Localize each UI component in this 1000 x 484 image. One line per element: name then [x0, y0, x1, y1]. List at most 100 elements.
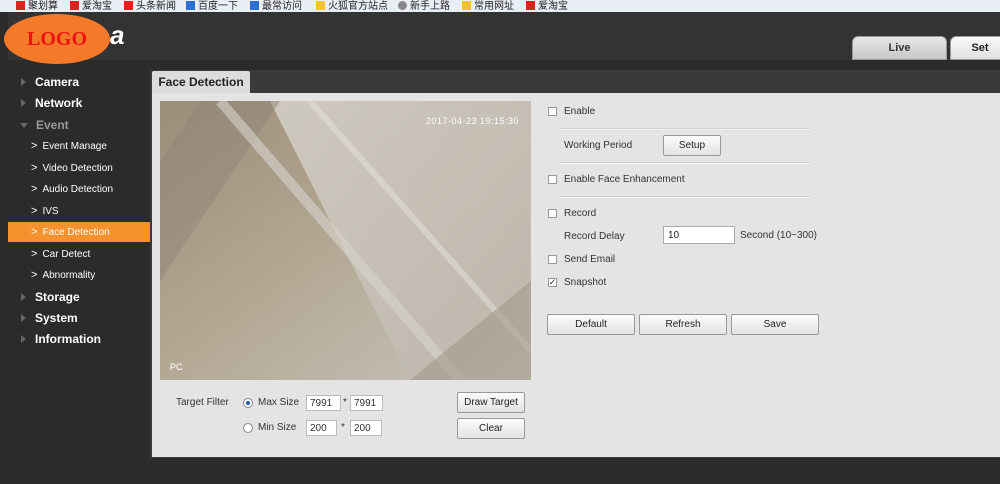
min-size-label: Min Size: [258, 422, 297, 433]
video-channel-label: PC: [170, 362, 183, 372]
checkmark-icon: ✓: [548, 277, 557, 287]
chevron-right-icon: >: [31, 183, 38, 195]
video-frame-image: [160, 101, 531, 380]
sidebar-item-face-detection[interactable]: > Face Detection: [8, 222, 150, 242]
bookmark-icon: [16, 1, 25, 10]
sidebar-item-label: Video Detection: [42, 162, 113, 174]
logo: LOGO: [4, 14, 110, 64]
bookmark-item[interactable]: 火狐官方站点: [316, 0, 388, 12]
sidebar-item-label: Event: [36, 118, 69, 132]
sidebar-item-label: IVS: [42, 205, 59, 217]
tab-setup[interactable]: Set: [950, 36, 1000, 60]
snapshot-label: Snapshot: [564, 277, 607, 288]
sidebar-item-information[interactable]: Information: [8, 329, 150, 349]
bookmark-label: 新手上路: [410, 1, 450, 12]
refresh-button[interactable]: Refresh: [639, 314, 727, 335]
bookmark-icon: [186, 1, 195, 10]
chevron-right-icon: >: [31, 205, 38, 217]
bookmark-label: 爱淘宝: [538, 1, 568, 12]
chevron-right-icon: >: [31, 226, 38, 238]
expand-arrow-icon: [21, 99, 26, 107]
bookmark-label: 常用网址: [474, 1, 514, 12]
bookmark-item[interactable]: 新手上路: [398, 0, 450, 12]
sidebar-item-abnormality[interactable]: > Abnormality: [8, 265, 150, 285]
sidebar-item-audio-detection[interactable]: > Audio Detection: [8, 179, 150, 199]
expand-arrow-icon: [21, 78, 26, 86]
sidebar-item-video-detection[interactable]: > Video Detection: [8, 158, 150, 178]
max-size-radio[interactable]: [243, 398, 253, 408]
bookmark-item[interactable]: 爱淘宝: [526, 0, 568, 12]
record-delay-unit: Second (10~300): [740, 230, 818, 241]
send-email-checkbox[interactable]: [548, 255, 557, 264]
bookmark-item[interactable]: 聚划算: [16, 0, 58, 12]
folder-icon: [462, 1, 471, 10]
bookmark-label: 爱淘宝: [82, 1, 112, 12]
collapse-arrow-icon: [20, 122, 28, 128]
record-label: Record: [564, 208, 597, 219]
sidebar-item-label: Event Manage: [42, 140, 107, 152]
expand-arrow-icon: [21, 293, 26, 301]
sidebar-item-label: Car Detect: [42, 248, 91, 260]
record-checkbox[interactable]: [548, 209, 557, 218]
globe-icon: [398, 1, 407, 10]
target-filter-label: Target Filter: [176, 397, 229, 408]
tab-live[interactable]: Live: [852, 36, 947, 60]
brand-name: a: [110, 20, 125, 50]
bookmark-label: 火狐官方站点: [328, 1, 388, 12]
bookmark-icon: [70, 1, 79, 10]
sidebar-item-label: Abnormality: [42, 269, 96, 281]
bookmark-item[interactable]: 爱淘宝: [70, 0, 112, 12]
face-enhancement-checkbox[interactable]: [548, 175, 557, 184]
video-timestamp: 2017-04-23 19:15:30: [425, 116, 519, 126]
sidebar-item-event-manage[interactable]: > Event Manage: [8, 136, 150, 156]
times-sign: *: [341, 422, 345, 433]
folder-icon: [316, 1, 325, 10]
sidebar-item-ivs[interactable]: > IVS: [8, 201, 150, 221]
bookmark-item[interactable]: 头条新闻: [124, 0, 176, 12]
bookmarks-bar: 聚划算 爱淘宝 头条新闻 百度一下 最常访问 火狐官方站点 新手上路 常用网址 …: [0, 0, 1000, 12]
sidebar-item-storage[interactable]: Storage: [8, 287, 150, 307]
bookmark-item[interactable]: 百度一下: [186, 0, 238, 12]
enable-checkbox[interactable]: [548, 107, 557, 116]
times-sign: *: [343, 397, 347, 408]
sidebar-item-car-detect[interactable]: > Car Detect: [8, 244, 150, 264]
min-size-radio[interactable]: [243, 423, 253, 433]
save-button[interactable]: Save: [731, 314, 819, 335]
sidebar-item-label: Audio Detection: [42, 183, 114, 195]
bookmark-label: 头条新闻: [136, 1, 176, 12]
sidebar-item-label: Camera: [35, 75, 80, 89]
bookmark-item[interactable]: 常用网址: [462, 0, 514, 12]
divider: [560, 128, 810, 130]
snapshot-checkbox[interactable]: ✓: [548, 278, 557, 287]
chevron-right-icon: >: [31, 248, 38, 260]
bookmark-icon: [250, 1, 259, 10]
divider: [560, 196, 810, 198]
min-height-input[interactable]: 200: [350, 420, 382, 436]
clear-button[interactable]: Clear: [457, 418, 525, 439]
sidebar-item-label: Storage: [35, 290, 80, 304]
sidebar-item-label: Network: [35, 96, 83, 110]
sidebar-item-label: System: [35, 311, 78, 325]
send-email-label: Send Email: [564, 254, 616, 265]
video-preview[interactable]: 2017-04-23 19:15:30 PC: [160, 101, 531, 380]
chevron-right-icon: >: [31, 162, 38, 174]
max-height-input[interactable]: 7991: [350, 395, 383, 411]
sidebar-item-network[interactable]: Network: [8, 93, 150, 113]
divider: [560, 162, 810, 164]
sidebar-item-event[interactable]: Event: [8, 115, 150, 135]
min-width-input[interactable]: 200: [306, 420, 337, 436]
sidebar-item-label: Face Detection: [42, 226, 110, 238]
draw-target-button[interactable]: Draw Target: [457, 392, 525, 413]
bookmark-item[interactable]: 最常访问: [250, 0, 302, 12]
setup-button[interactable]: Setup: [663, 135, 721, 156]
page-title: Face Detection: [152, 71, 250, 93]
max-width-input[interactable]: 7991: [306, 395, 341, 411]
expand-arrow-icon: [21, 335, 26, 343]
default-button[interactable]: Default: [547, 314, 635, 335]
record-delay-input[interactable]: 10: [663, 226, 735, 244]
enable-label: Enable: [564, 106, 596, 117]
max-size-label: Max Size: [258, 397, 300, 408]
sidebar-item-camera[interactable]: Camera: [8, 72, 150, 92]
bookmark-label: 百度一下: [198, 1, 238, 12]
sidebar-item-system[interactable]: System: [8, 308, 150, 328]
